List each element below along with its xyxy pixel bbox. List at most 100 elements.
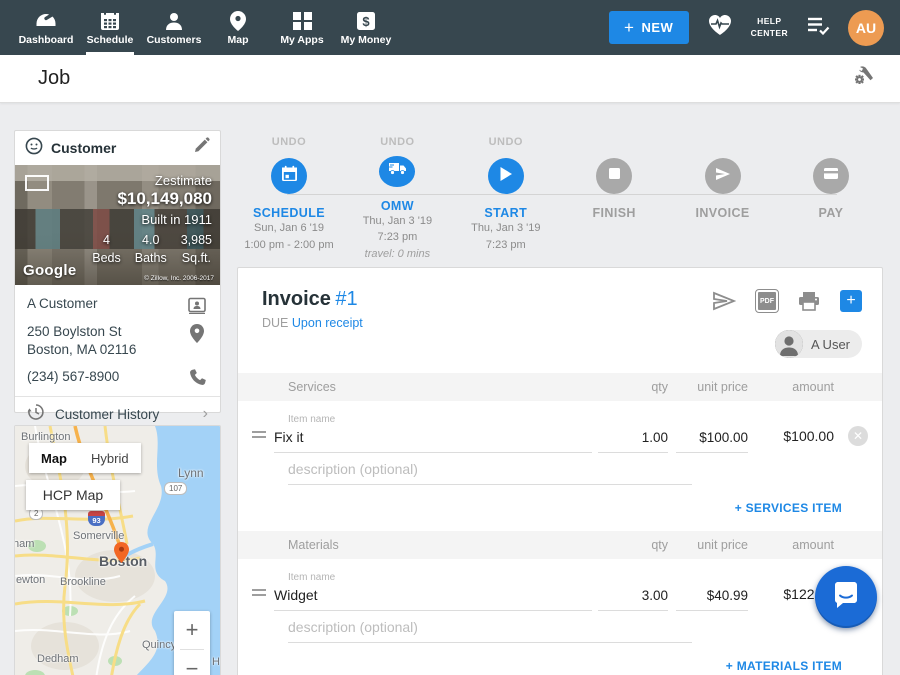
service-unit-price-input[interactable]	[676, 426, 748, 453]
hcp-map-button[interactable]: HCP Map	[26, 480, 120, 510]
drag-handle[interactable]	[250, 586, 274, 611]
top-navigation: Dashboard Schedule Customers Map My Apps	[0, 0, 900, 55]
section-name: Services	[250, 380, 598, 394]
map-label-hingham: Hi	[212, 656, 221, 668]
user-avatar[interactable]: AU	[848, 10, 884, 46]
google-watermark: Google	[23, 262, 76, 279]
step-time: 7:23 pm	[471, 237, 540, 254]
drag-handle[interactable]	[250, 428, 274, 453]
credit-card-icon	[823, 167, 839, 185]
materials-item-row: Item name $122.97 + MATERIALS ITEM	[238, 572, 882, 675]
material-description-input[interactable]	[288, 615, 692, 643]
nav-item-customers[interactable]: Customers	[142, 0, 206, 55]
nav-label: Dashboard	[19, 34, 74, 46]
step-pay: PAY	[779, 136, 883, 262]
nav-item-map[interactable]: Map	[206, 0, 270, 55]
map-type-map-button[interactable]: Map	[29, 443, 79, 473]
nav-item-my-apps[interactable]: My Apps	[270, 0, 334, 55]
streetview-frame-icon[interactable]	[25, 175, 49, 191]
zoom-in-button[interactable]: +	[174, 611, 210, 649]
step-date: Thu, Jan 3 '19	[363, 213, 432, 230]
nav-item-my-money[interactable]: $ My Money	[334, 0, 398, 55]
map-marker-pin[interactable]	[114, 542, 129, 568]
map-label-waltham: ham	[14, 538, 34, 550]
help-center-link[interactable]: HELP CENTER	[751, 16, 788, 38]
invoice-title: Invoice	[262, 288, 331, 310]
nav-label: Schedule	[87, 34, 134, 46]
invoice-step-button[interactable]	[705, 158, 741, 194]
baths-value: 4.0	[135, 231, 167, 249]
add-services-item-link[interactable]: + SERVICES ITEM	[735, 501, 842, 515]
undo-start-button[interactable]: UNDO	[489, 136, 523, 152]
apps-grid-icon	[293, 9, 312, 31]
page-title: Job	[38, 67, 70, 90]
edit-pencil-icon[interactable]	[193, 137, 210, 159]
nav-items: Dashboard Schedule Customers Map My Apps	[0, 0, 398, 55]
customer-phone-row: (234) 567-8900	[27, 368, 208, 386]
phone-icon[interactable]	[186, 368, 208, 386]
finish-step-button[interactable]	[596, 158, 632, 194]
amount-column-header: amount	[756, 380, 834, 394]
service-description-input[interactable]	[288, 457, 692, 485]
undo-omw-button[interactable]: UNDO	[380, 136, 414, 150]
qty-column-header: qty	[598, 538, 668, 552]
assignee-chip[interactable]: A User	[775, 330, 862, 358]
schedule-icon	[100, 9, 120, 31]
contact-card-icon[interactable]	[186, 295, 208, 314]
tasks-checklist-icon[interactable]	[806, 15, 830, 40]
new-button[interactable]: + NEW	[609, 11, 689, 44]
zillow-copyright: © Zillow, Inc. 2006-2017	[144, 275, 214, 282]
remove-item-icon[interactable]: ✕	[848, 426, 868, 446]
invoice-number[interactable]: #1	[335, 288, 357, 310]
print-icon[interactable]	[798, 291, 820, 311]
map-label-brookline: Brookline	[60, 576, 106, 588]
customer-history-label: Customer History	[55, 407, 193, 422]
material-item-name-input[interactable]	[274, 583, 592, 611]
nav-item-schedule[interactable]: Schedule	[78, 0, 142, 55]
omw-step-button[interactable]	[379, 156, 415, 187]
customer-face-icon	[25, 137, 43, 160]
route-107-badge: 107	[164, 482, 187, 495]
location-pin-icon[interactable]	[186, 323, 208, 343]
nav-label: Map	[228, 34, 249, 46]
map-canvas[interactable]: Burlington Lynn Somerville Boston ham Ne…	[15, 426, 220, 675]
nav-label: My Money	[341, 34, 392, 46]
chat-launcher-button[interactable]	[815, 566, 877, 628]
pdf-icon[interactable]: PDF	[756, 290, 778, 312]
address-line2: Boston, MA 02116	[27, 342, 136, 357]
step-label: START	[484, 206, 527, 220]
customer-address-row: 250 Boylston StBoston, MA 02116	[27, 323, 208, 359]
add-invoice-icon[interactable]: +	[840, 290, 862, 312]
section-name: Materials	[250, 538, 598, 552]
schedule-step-button[interactable]	[271, 158, 307, 194]
calendar-icon	[281, 165, 298, 187]
zoom-out-button[interactable]: −	[174, 650, 210, 675]
material-qty-input[interactable]	[598, 584, 668, 611]
service-item-name-input[interactable]	[274, 425, 592, 453]
service-qty-input[interactable]	[598, 426, 668, 453]
beds-value: 4	[92, 231, 121, 249]
add-materials-item-link[interactable]: + MATERIALS ITEM	[726, 659, 842, 673]
map-type-hybrid-button[interactable]: Hybrid	[79, 443, 141, 473]
start-step-button[interactable]	[488, 158, 524, 194]
step-finish: FINISH	[562, 136, 666, 262]
zestimate-value: $10,149,080	[92, 189, 212, 209]
customer-phone: (234) 567-8900	[27, 368, 186, 386]
map-label-somerville: Somerville	[73, 530, 124, 542]
step-date: Thu, Jan 3 '19	[471, 220, 540, 237]
send-invoice-icon[interactable]	[712, 291, 736, 311]
health-heart-icon[interactable]	[707, 13, 733, 42]
history-clock-icon	[27, 403, 45, 426]
dashboard-icon	[34, 9, 58, 31]
assignee-name: A User	[811, 337, 850, 352]
job-settings-icon[interactable]	[850, 64, 876, 93]
step-label: INVOICE	[695, 206, 749, 220]
pay-step-button[interactable]	[813, 158, 849, 194]
nav-item-dashboard[interactable]: Dashboard	[14, 0, 78, 55]
due-value-link[interactable]: Upon receipt	[292, 316, 363, 330]
material-unit-price-input[interactable]	[676, 584, 748, 611]
map-label-quincy: Quincy	[142, 639, 176, 651]
nav-label: My Apps	[280, 34, 323, 46]
undo-schedule-button[interactable]: UNDO	[272, 136, 306, 152]
truck-icon	[388, 161, 407, 181]
